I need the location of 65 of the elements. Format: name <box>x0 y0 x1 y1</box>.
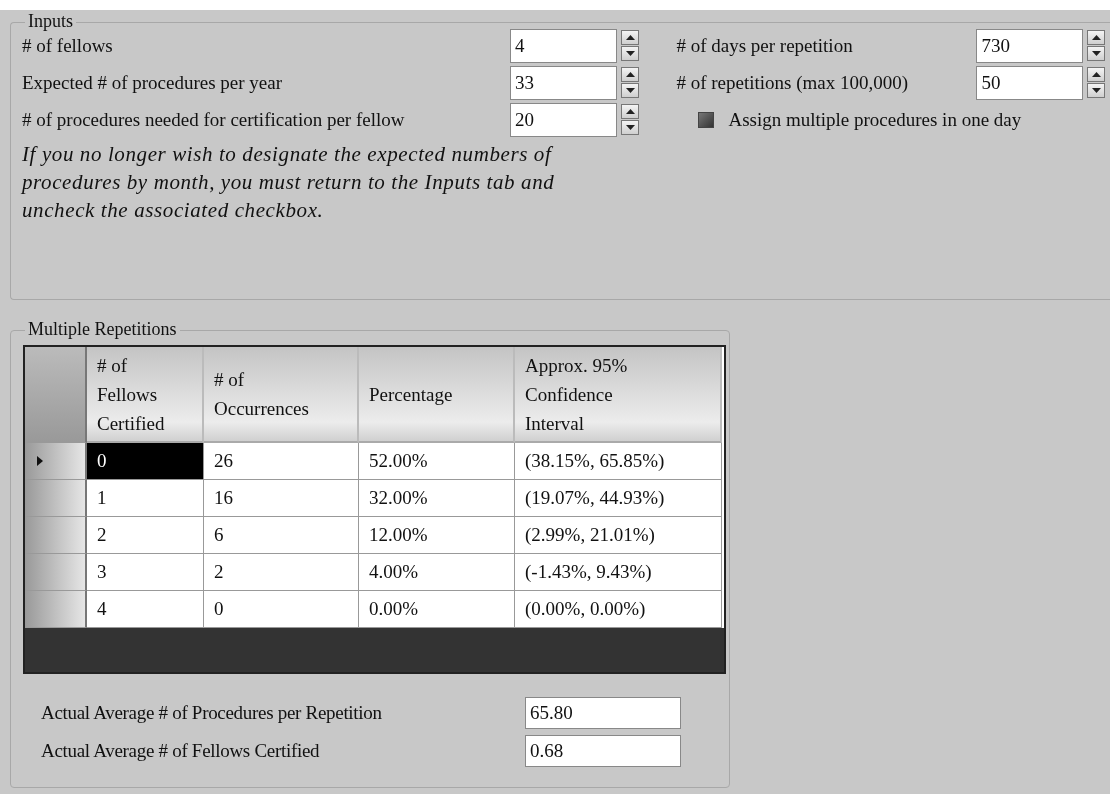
table-cell: 4.00% <box>359 554 515 591</box>
table-cell: 0 <box>87 443 204 480</box>
row-header[interactable] <box>25 517 87 554</box>
column-header[interactable]: Percentage <box>359 347 515 443</box>
group-title: Multiple Repetitions <box>25 319 180 340</box>
table-cell: (2.99%, 21.01%) <box>515 517 722 554</box>
field-label: # of repetitions (max 100,000) <box>676 71 910 94</box>
field-label: # of fellows <box>22 34 114 57</box>
checkbox[interactable] <box>698 111 715 128</box>
table-cell: 2 <box>204 554 359 591</box>
field-label: Actual Average # of Procedures per Repetition <box>41 702 383 724</box>
output-field[interactable]: 65.80 <box>525 697 681 729</box>
table-cell: 52.00% <box>359 443 515 480</box>
field-label: # of days per repetition <box>676 34 854 57</box>
table-cell: 32.00% <box>359 480 515 517</box>
spin-up-button[interactable] <box>621 67 639 82</box>
note-text: If you no longer wish to designate the expected numbers of procedures by month, you must return to the Inputs tab and uncheck the associated checkbox. <box>22 141 556 224</box>
spin-down-button[interactable] <box>1087 83 1106 98</box>
up-triangle-icon <box>1091 72 1101 77</box>
row-header[interactable] <box>25 443 87 480</box>
table-cell: (-1.43%, 9.43%) <box>515 554 722 591</box>
table-cell: 26 <box>204 443 359 480</box>
table-cell: 3 <box>87 554 204 591</box>
spin-up-button[interactable] <box>621 104 639 119</box>
table-cell: (19.07%, 44.93%) <box>515 480 722 517</box>
row-header[interactable] <box>25 480 87 517</box>
number-field[interactable]: 20 <box>510 102 617 137</box>
table-cell: 1 <box>87 480 204 517</box>
down-triangle-icon <box>1091 88 1101 93</box>
current-row-icon <box>37 456 43 466</box>
down-triangle-icon <box>1091 51 1101 56</box>
number-field[interactable]: 33 <box>510 65 617 100</box>
number-field[interactable]: 50 <box>976 65 1084 100</box>
number-field[interactable]: 730 <box>976 28 1084 63</box>
output-field[interactable]: 0.68 <box>525 735 681 767</box>
table-cell: 6 <box>204 517 359 554</box>
field-label: Expected # of procedures per year <box>22 71 284 94</box>
spin-up-button[interactable] <box>1087 67 1106 82</box>
spin-down-button[interactable] <box>1087 46 1106 61</box>
spin-up-button[interactable] <box>1087 30 1106 45</box>
spin-down-button[interactable] <box>621 120 639 135</box>
checkbox-label: Assign multiple procedures in one day <box>728 108 1022 131</box>
group-title: Inputs <box>25 11 76 32</box>
table-cell: 16 <box>204 480 359 517</box>
down-triangle-icon <box>625 88 635 93</box>
table-cell: 2 <box>87 517 204 554</box>
field-label: # of procedures needed for certification per fellow <box>22 108 406 131</box>
up-triangle-icon <box>625 109 635 114</box>
up-triangle-icon <box>1091 35 1101 40</box>
spin-down-button[interactable] <box>621 83 639 98</box>
column-header[interactable]: Approx. 95% Confidence Interval <box>515 347 722 443</box>
column-header[interactable]: # of Fellows Certified <box>87 347 204 443</box>
table-cell: 12.00% <box>359 517 515 554</box>
row-header[interactable] <box>25 591 87 628</box>
up-triangle-icon <box>625 35 635 40</box>
down-triangle-icon <box>625 51 635 56</box>
spin-down-button[interactable] <box>621 46 639 61</box>
table-cell: (38.15%, 65.85%) <box>515 443 722 480</box>
down-triangle-icon <box>625 125 635 130</box>
field-label: Actual Average # of Fellows Certified <box>41 740 321 762</box>
number-field[interactable]: 4 <box>510 28 617 63</box>
row-header[interactable] <box>25 554 87 591</box>
column-header[interactable]: # of Occurrences <box>204 347 359 443</box>
up-triangle-icon <box>625 72 635 77</box>
spin-up-button[interactable] <box>621 30 639 45</box>
